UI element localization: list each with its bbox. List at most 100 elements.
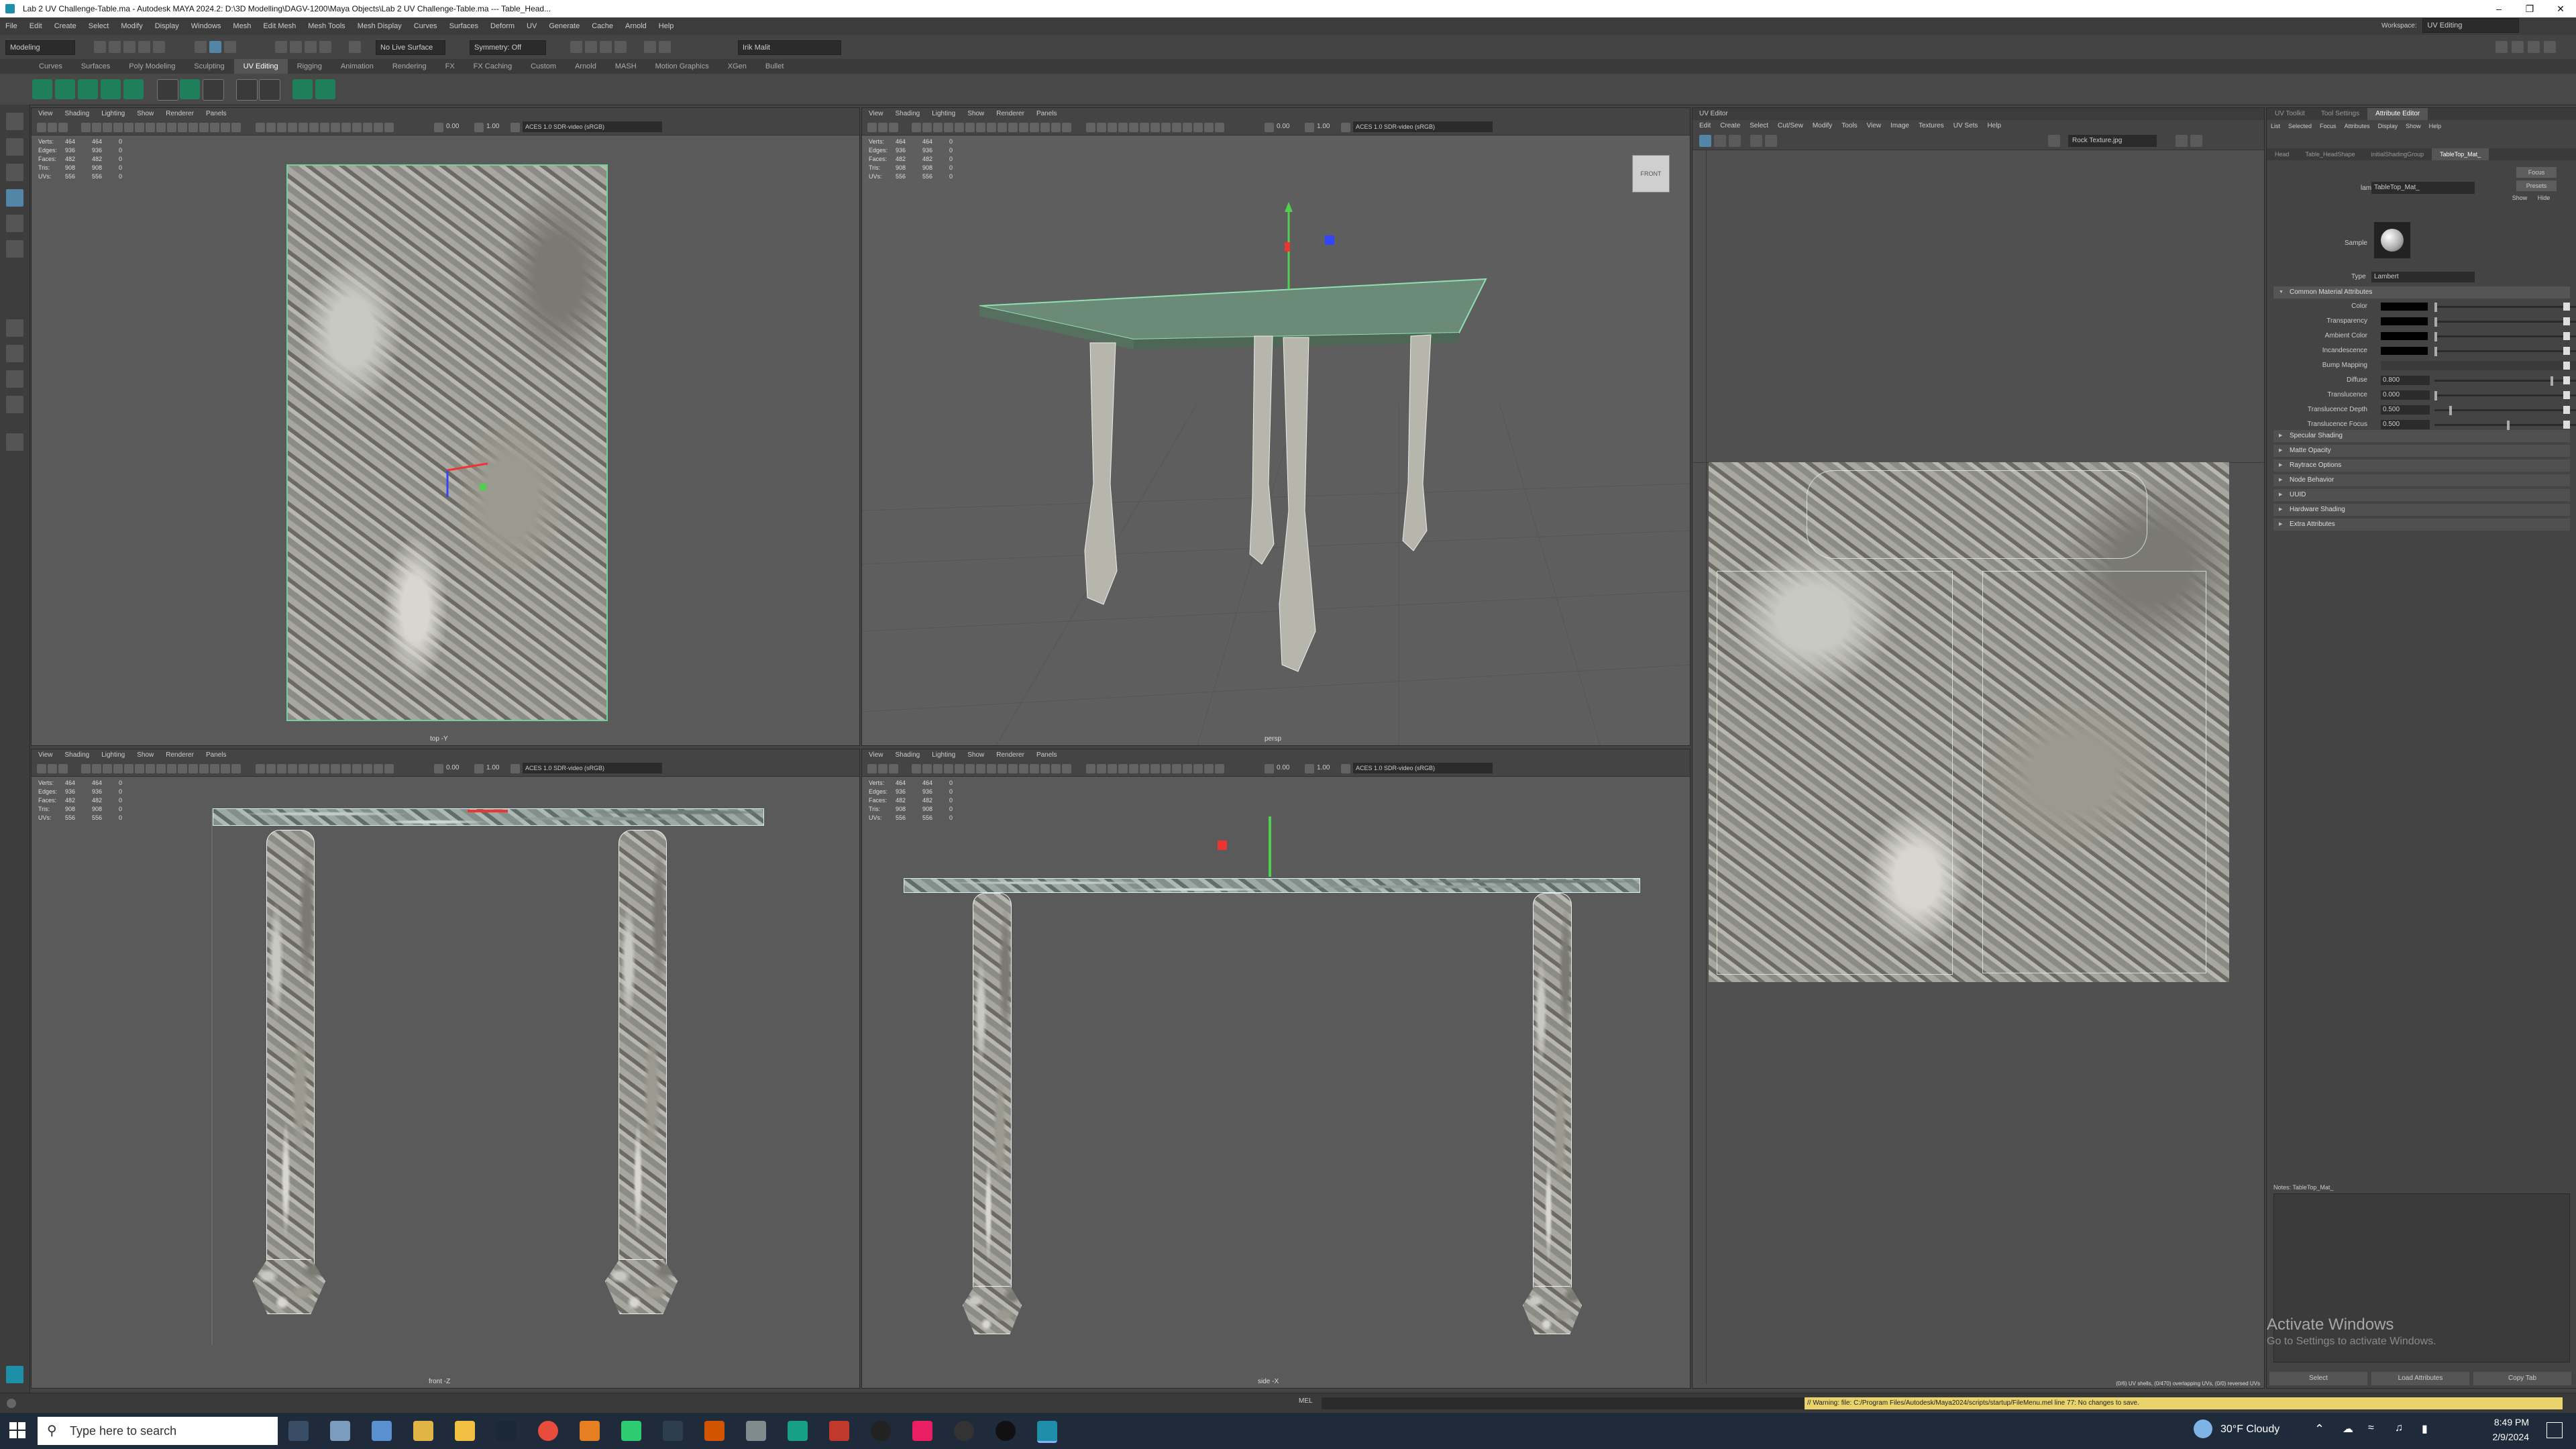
- office-icon[interactable]: [704, 1421, 724, 1441]
- uv-checker-icon[interactable]: [1765, 135, 1777, 147]
- attr-section[interactable]: Raytrace Options: [2273, 460, 2570, 472]
- camera-based-map-icon[interactable]: [123, 79, 144, 99]
- notifications-icon[interactable]: [2546, 1422, 2563, 1438]
- viewport-tool-icon[interactable]: [221, 123, 230, 132]
- nvidia-icon[interactable]: [663, 1421, 683, 1441]
- planar-map-icon[interactable]: [32, 79, 52, 99]
- view-transform-dropdown[interactable]: ACES 1.0 SDR-video (sRGB): [523, 121, 662, 132]
- select-hierarchy-icon[interactable]: [195, 41, 207, 53]
- color-management-icon[interactable]: [1341, 764, 1350, 773]
- sew-uv-icon[interactable]: [180, 79, 200, 99]
- settings-icon[interactable]: [746, 1421, 766, 1441]
- shelf-tab[interactable]: Animation: [331, 59, 383, 74]
- copilot-icon[interactable]: [330, 1421, 350, 1441]
- viewport-tool-icon[interactable]: [867, 764, 877, 773]
- menu-item[interactable]: Create: [54, 22, 76, 30]
- taskbar-search-box[interactable]: ⚲ Type here to search: [38, 1417, 278, 1445]
- clock-date[interactable]: 2/9/2024: [2475, 1432, 2530, 1442]
- viewport-tool-icon[interactable]: [1108, 764, 1117, 773]
- viewport-tool-icon[interactable]: [231, 764, 241, 773]
- viewport-tool-icon[interactable]: [113, 123, 123, 132]
- viewport-tool-icon[interactable]: [1051, 123, 1061, 132]
- slider-knob[interactable]: [2434, 332, 2437, 341]
- viewport-tool-icon[interactable]: [1183, 123, 1192, 132]
- menu-item[interactable]: Mesh Tools: [308, 22, 345, 30]
- viewport-tool-icon[interactable]: [58, 764, 68, 773]
- viewport-tool-icon[interactable]: [210, 764, 219, 773]
- uv-menu-item[interactable]: Edit: [1699, 122, 1711, 129]
- attr-slider[interactable]: [2434, 380, 2576, 382]
- minimize-button[interactable]: –: [2483, 0, 2514, 17]
- menu-item[interactable]: Cache: [592, 22, 613, 30]
- viewport-tool-icon[interactable]: [210, 123, 219, 132]
- viewport-tool-icon[interactable]: [363, 764, 372, 773]
- save-scene-icon[interactable]: [123, 41, 136, 53]
- rotate-tool-icon[interactable]: [6, 215, 23, 232]
- mel-label[interactable]: MEL: [1299, 1397, 1313, 1405]
- attr-menu-item[interactable]: Attributes: [2345, 123, 2370, 129]
- menu-item[interactable]: Edit: [30, 22, 42, 30]
- windows-start-icon[interactable]: [9, 1422, 25, 1438]
- viewport-tool-icon[interactable]: [167, 764, 176, 773]
- viewport-tool-icon[interactable]: [320, 764, 329, 773]
- viewport-menu-item[interactable]: View: [38, 110, 53, 117]
- attr-editor-button[interactable]: Select: [2269, 1372, 2367, 1385]
- help-icon[interactable]: [7, 1399, 16, 1408]
- make-live-icon[interactable]: [349, 41, 361, 53]
- color-swatch[interactable]: [2381, 317, 2428, 325]
- app-icon[interactable]: [621, 1421, 641, 1441]
- two-pane-layout-icon[interactable]: [6, 370, 23, 388]
- unfold-icon[interactable]: [203, 79, 224, 101]
- viewport-top[interactable]: View Shading Lighting Show Renderer Panels 0.…: [31, 107, 860, 746]
- bump-map-field[interactable]: [2381, 361, 2576, 370]
- checker-icon[interactable]: [292, 79, 313, 99]
- uv-menu-item[interactable]: View: [1867, 122, 1882, 129]
- viewport-tool-icon[interactable]: [912, 123, 921, 132]
- color-swatch[interactable]: [2381, 303, 2428, 311]
- ipr-render-icon[interactable]: [600, 41, 612, 53]
- viewport-tool-icon[interactable]: [1215, 123, 1224, 132]
- viewport-tool-icon[interactable]: [998, 123, 1007, 132]
- single-pane-layout-icon[interactable]: [6, 319, 23, 337]
- app-icon-5[interactable]: [996, 1421, 1016, 1441]
- slider-knob[interactable]: [2434, 317, 2437, 327]
- common-material-attributes-section[interactable]: Common Material Attributes: [2273, 286, 2570, 299]
- uv-snap-icon[interactable]: [1750, 135, 1762, 147]
- viewport-tool-icon[interactable]: [167, 123, 176, 132]
- viewport-tool-icon[interactable]: [92, 123, 101, 132]
- attr-slider[interactable]: [2434, 335, 2576, 337]
- magnifier-icon[interactable]: [6, 433, 23, 451]
- app-icon-4[interactable]: [912, 1421, 932, 1441]
- viewport-tool-icon[interactable]: [266, 764, 276, 773]
- viewport-front[interactable]: View Shading Lighting Show Renderer Panels 0.…: [31, 749, 860, 1389]
- outliner-layout-icon[interactable]: [6, 396, 23, 413]
- slider-knob[interactable]: [2434, 347, 2437, 356]
- uv-menu-item[interactable]: Cut/Sew: [1778, 122, 1803, 129]
- viewport-tool-icon[interactable]: [384, 764, 394, 773]
- viewport-tool-icon[interactable]: [1215, 764, 1224, 773]
- paint-select-tool-icon[interactable]: [6, 164, 23, 181]
- shelf-tab[interactable]: FX: [436, 59, 464, 74]
- map-button-icon[interactable]: [2563, 347, 2570, 355]
- battery-icon[interactable]: ▮: [2422, 1422, 2428, 1436]
- snap-point-icon[interactable]: [305, 41, 317, 53]
- menu-item[interactable]: Arnold: [625, 22, 647, 30]
- workspace-dropdown[interactable]: UV Editing: [2422, 18, 2520, 33]
- attr-value-field[interactable]: 0.800: [2381, 376, 2430, 385]
- viewport-tool-icon[interactable]: [955, 123, 964, 132]
- viewport-tool-icon[interactable]: [231, 123, 241, 132]
- viewport-menu-item[interactable]: Panels: [206, 751, 227, 759]
- viewport-tool-icon[interactable]: [1019, 123, 1028, 132]
- viewport-tool-icon[interactable]: [944, 123, 953, 132]
- viewport-tool-icon[interactable]: [221, 764, 230, 773]
- menu-item[interactable]: Surfaces: [449, 22, 478, 30]
- attr-value-field[interactable]: 0.000: [2381, 390, 2430, 400]
- shelf-tab[interactable]: XGen: [718, 59, 756, 74]
- viewport-tool-icon[interactable]: [341, 123, 351, 132]
- viewport-tool-icon[interactable]: [299, 764, 308, 773]
- viewport-tool-icon[interactable]: [48, 764, 57, 773]
- snap-view-icon[interactable]: [319, 41, 331, 53]
- menu-item[interactable]: Help: [659, 22, 674, 30]
- node-tab[interactable]: TableTop_Mat_: [2432, 148, 2489, 160]
- texture-display-icon[interactable]: [2048, 135, 2060, 147]
